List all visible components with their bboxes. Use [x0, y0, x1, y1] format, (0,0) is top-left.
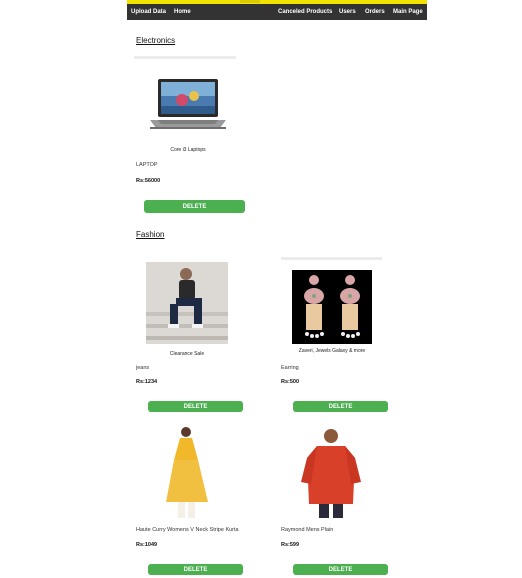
product-name: jeans [136, 365, 150, 371]
product-name: Raymond Mens Plain [281, 527, 334, 533]
product-name: Haute Curry Womens V Neck Stripe Kurta [136, 527, 239, 533]
product-name: LAPTOP [136, 162, 158, 168]
nav-upload-data[interactable]: Upload Data [131, 4, 166, 20]
kurta-image [146, 424, 236, 520]
product-name: Earring [281, 365, 299, 371]
section-title-electronics: Electronics [136, 36, 176, 45]
nav-home[interactable]: Home [174, 4, 191, 20]
jeans-image [146, 262, 228, 344]
product-caption: Core i3 Laptops [170, 147, 206, 153]
section-title-fashion: Fashion [136, 230, 165, 239]
product-price: Rs:1234 [136, 379, 158, 385]
top-navbar: Upload Data Home Canceled Products Users… [127, 4, 427, 20]
delete-button[interactable]: DELETE [144, 200, 245, 213]
earring-image [292, 270, 372, 344]
product-caption: Clearance Sale [169, 351, 205, 357]
delete-button[interactable]: DELETE [148, 564, 243, 575]
card-top-bar [134, 56, 236, 59]
nav-users[interactable]: Users [339, 4, 356, 20]
product-price: Rs:1049 [136, 542, 158, 548]
shirt-image [285, 424, 377, 520]
nav-main-page[interactable]: Main Page [393, 4, 423, 20]
product-price: Rs:599 [281, 542, 300, 548]
laptop-image [148, 76, 228, 132]
top-accent-nub [240, 0, 260, 3]
card-top-bar [281, 257, 382, 260]
delete-button[interactable]: DELETE [293, 401, 388, 412]
product-price: Rs:500 [281, 379, 300, 385]
product-caption: Zaveri, Jewels Galaxy & more [298, 348, 366, 354]
delete-button[interactable]: DELETE [148, 401, 243, 412]
product-price: Rs:56000 [136, 178, 161, 184]
nav-orders[interactable]: Orders [365, 4, 385, 20]
nav-canceled-products[interactable]: Canceled Products [278, 4, 332, 20]
delete-button[interactable]: DELETE [293, 564, 388, 575]
